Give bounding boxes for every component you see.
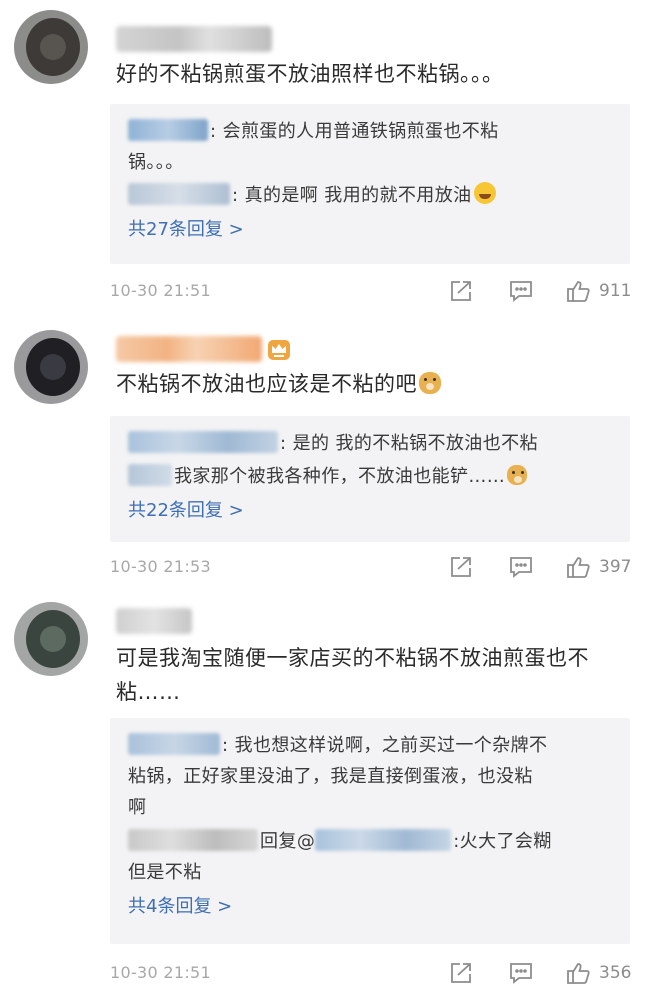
reply-text-continued: 啊 (128, 797, 147, 818)
comment-icon[interactable] (508, 961, 534, 985)
reply-username-blurred[interactable] (128, 464, 172, 486)
reply-item: : 真的是啊 我用的就不用放油 (128, 180, 614, 211)
reply-username-blurred[interactable] (128, 119, 208, 141)
username-blurred[interactable] (116, 336, 262, 362)
timestamp: 10-30 21:53 (110, 557, 211, 576)
timestamp: 10-30 21:51 (110, 963, 211, 982)
thumbs-up-icon[interactable] (565, 961, 591, 985)
more-replies-link[interactable]: 共4条回复 > (128, 891, 614, 922)
share-icon[interactable] (448, 279, 474, 303)
username-blurred[interactable] (116, 26, 272, 52)
comment-card: 不粘锅不放油也应该是不粘的吧 : 是的 我的不粘锅不放油也不粘 我家那个被我各种… (0, 316, 652, 598)
comment-meta: 10-30 21:51 356 (110, 959, 632, 989)
share-icon[interactable] (448, 555, 474, 579)
reply-text: 我家那个被我各种作，不放油也能铲…… (174, 466, 506, 487)
like-count: 397 (599, 557, 632, 577)
reply-text-continued: 但是不粘 (128, 862, 202, 883)
like-count: 911 (599, 281, 632, 301)
comment-text: 不粘锅不放油也应该是不粘的吧 (116, 368, 636, 400)
reply-username-blurred[interactable] (128, 431, 278, 453)
reply-item: : 我也想这样说啊，之前买过一个杂牌不 (128, 730, 614, 761)
comment-card: 好的不粘锅煎蛋不放油照样也不粘锅。。。 : 会煎蛋的人用普通铁锅煎蛋也不粘 锅。… (0, 0, 652, 316)
timestamp: 10-30 21:51 (110, 281, 211, 300)
comment-text-body: 不粘锅不放油也应该是不粘的吧 (116, 372, 417, 396)
reply-text: : 我也想这样说啊，之前买过一个杂牌不 (222, 735, 548, 756)
reply-username-blurred[interactable] (128, 183, 230, 205)
doge-emoji-icon (507, 465, 528, 485)
avatar[interactable] (14, 602, 88, 676)
reply-username-blurred[interactable] (128, 829, 258, 851)
reply-prefix: 回复 (260, 831, 297, 852)
thumbs-up-icon[interactable] (565, 279, 591, 303)
mentioned-user-blurred[interactable] (315, 829, 452, 851)
reply-text-continued: 锅。。。 (128, 152, 184, 173)
comment-card: 可是我淘宝随便一家店买的不粘锅不放油煎蛋也不 粘…… : 我也想这样说啊，之前买… (0, 598, 652, 1000)
laugh-cry-emoji-icon (473, 182, 496, 204)
comment-icon[interactable] (508, 555, 534, 579)
comment-meta: 10-30 21:51 911 (110, 277, 632, 307)
reply-username-blurred[interactable] (128, 733, 220, 755)
avatar[interactable] (14, 10, 88, 84)
reply-preview-box[interactable]: : 我也想这样说啊，之前买过一个杂牌不 粘锅，正好家里没油了，我是直接倒蛋液，也… (110, 718, 630, 944)
comment-text-line: 粘…… (116, 680, 181, 704)
reply-preview-box[interactable]: : 是的 我的不粘锅不放油也不粘 我家那个被我各种作，不放油也能铲…… 共22条… (110, 416, 630, 542)
reply-text: : 真的是啊 我用的就不用放油 (232, 185, 472, 206)
comment-text: 好的不粘锅煎蛋不放油照样也不粘锅。。。 (116, 62, 504, 86)
reply-text: :火大了会糊 (453, 831, 552, 852)
reply-text-continued: 粘锅，正好家里没油了，我是直接倒蛋液，也没粘 (128, 766, 533, 787)
reply-item: 我家那个被我各种作，不放油也能铲…… (128, 461, 614, 492)
reply-text: : 是的 我的不粘锅不放油也不粘 (280, 433, 538, 454)
comment-meta: 10-30 21:53 397 (110, 553, 632, 583)
reply-at: @ (296, 831, 316, 852)
more-replies-link[interactable]: 共27条回复 > (128, 214, 614, 245)
username-blurred[interactable] (116, 608, 192, 634)
reply-item: 回复@ :火大了会糊 (128, 826, 614, 857)
reply-text: : 会煎蛋的人用普通铁锅煎蛋也不粘 (210, 121, 499, 142)
reply-item: : 是的 我的不粘锅不放油也不粘 (128, 428, 614, 459)
like-count: 356 (599, 963, 632, 983)
comment-text-line: 可是我淘宝随便一家店买的不粘锅不放油煎蛋也不 (116, 646, 589, 670)
comment-icon[interactable] (508, 279, 534, 303)
avatar[interactable] (14, 330, 88, 404)
share-icon[interactable] (448, 961, 474, 985)
comment-text: 可是我淘宝随便一家店买的不粘锅不放油煎蛋也不 粘…… (116, 642, 636, 708)
thumbs-up-icon[interactable] (565, 555, 591, 579)
crown-icon (268, 340, 290, 360)
doge-emoji-icon (419, 372, 441, 394)
more-replies-link[interactable]: 共22条回复 > (128, 495, 614, 526)
reply-item: : 会煎蛋的人用普通铁锅煎蛋也不粘 (128, 116, 614, 147)
reply-preview-box[interactable]: : 会煎蛋的人用普通铁锅煎蛋也不粘 锅。。。 : 真的是啊 我用的就不用放油 共… (110, 104, 630, 264)
